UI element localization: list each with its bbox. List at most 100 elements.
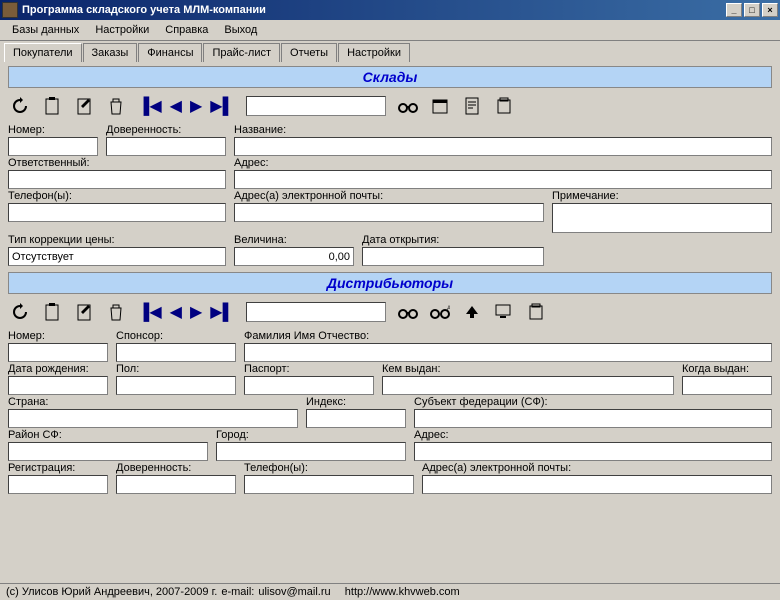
tab-finance[interactable]: Финансы bbox=[138, 43, 202, 62]
wh-address-input[interactable] bbox=[234, 170, 772, 189]
wh-note-label: Примечание: bbox=[552, 190, 772, 202]
d-sex-label: Пол: bbox=[116, 363, 236, 375]
close-button[interactable]: × bbox=[762, 3, 778, 17]
wh-resp-input[interactable] bbox=[8, 170, 226, 189]
edit-icon[interactable] bbox=[74, 96, 94, 116]
menu-help[interactable]: Справка bbox=[157, 22, 216, 38]
d-number-label: Номер: bbox=[8, 330, 108, 342]
note-icon[interactable] bbox=[526, 302, 546, 322]
statusbar: (с) Улисов Юрий Андреевич, 2007-2009 г. … bbox=[0, 583, 780, 600]
titlebar: Программа складского учета МЛМ-компании … bbox=[0, 0, 780, 20]
tab-pricelist[interactable]: Прайс-лист bbox=[203, 43, 280, 62]
wh-note-input[interactable] bbox=[552, 203, 772, 233]
d-passport-label: Паспорт: bbox=[244, 363, 374, 375]
app-icon bbox=[2, 2, 18, 18]
nav-last-icon[interactable]: ▶▌ bbox=[210, 302, 234, 322]
d-country-input[interactable] bbox=[8, 409, 298, 428]
d-district-input[interactable] bbox=[8, 442, 208, 461]
binoculars-ext-icon[interactable]: ABB bbox=[430, 302, 450, 322]
wh-name-input[interactable] bbox=[234, 137, 772, 156]
binoculars-icon[interactable] bbox=[398, 96, 418, 116]
wh-pricecorr-label: Тип коррекции цены: bbox=[8, 234, 226, 246]
d-issuedwhen-label: Когда выдан: bbox=[682, 363, 772, 375]
d-issuedby-input[interactable] bbox=[382, 376, 674, 395]
status-email: ulisov@mail.ru bbox=[258, 586, 330, 598]
tab-settings[interactable]: Настройки bbox=[338, 43, 410, 62]
d-number-input[interactable] bbox=[8, 343, 108, 362]
d-issuedwhen-input[interactable] bbox=[682, 376, 772, 395]
wh-emails-input[interactable] bbox=[234, 203, 544, 222]
d-emails-input[interactable] bbox=[422, 475, 772, 494]
d-registration-input[interactable] bbox=[8, 475, 108, 494]
clipboard-icon[interactable] bbox=[42, 302, 62, 322]
d-phones-input[interactable] bbox=[244, 475, 414, 494]
note-icon[interactable] bbox=[494, 96, 514, 116]
status-copyright: (с) Улисов Юрий Андреевич, 2007-2009 г. bbox=[6, 586, 217, 598]
distributors-search-input[interactable] bbox=[246, 302, 386, 322]
wh-proxy-input[interactable] bbox=[106, 137, 226, 156]
d-fio-input[interactable] bbox=[244, 343, 772, 362]
d-fio-label: Фамилия Имя Отчество: bbox=[244, 330, 772, 342]
d-sponsor-input[interactable] bbox=[116, 343, 236, 362]
edit-icon[interactable] bbox=[74, 302, 94, 322]
tab-reports[interactable]: Отчеты bbox=[281, 43, 337, 62]
wh-pricecorr-input[interactable] bbox=[8, 247, 226, 266]
nav-prev-icon[interactable]: ◀ bbox=[170, 302, 182, 322]
clipboard-icon[interactable] bbox=[42, 96, 62, 116]
wh-opendate-input[interactable] bbox=[362, 247, 544, 266]
warehouses-toolbar: ▐◀ ◀ ▶ ▶▌ bbox=[8, 92, 772, 124]
report-icon[interactable] bbox=[462, 96, 482, 116]
refresh-icon[interactable] bbox=[10, 96, 30, 116]
d-subject-label: Субъект федерации (СФ): bbox=[414, 396, 772, 408]
binoculars-icon[interactable] bbox=[398, 302, 418, 322]
maximize-button[interactable]: □ bbox=[744, 3, 760, 17]
tab-buyers[interactable]: Покупатели bbox=[4, 43, 82, 62]
warehouses-search-input[interactable] bbox=[246, 96, 386, 116]
wh-proxy-label: Доверенность: bbox=[106, 124, 226, 136]
wh-phones-input[interactable] bbox=[8, 203, 226, 222]
d-passport-input[interactable] bbox=[244, 376, 374, 395]
distributors-toolbar: ▐◀ ◀ ▶ ▶▌ ABB bbox=[8, 298, 772, 330]
tabbar: Покупатели Заказы Финансы Прайс-лист Отч… bbox=[0, 41, 780, 62]
d-subject-input[interactable] bbox=[414, 409, 772, 428]
nav-last-icon[interactable]: ▶▌ bbox=[210, 96, 234, 116]
d-district-label: Район СФ: bbox=[8, 429, 208, 441]
up-arrow-icon[interactable] bbox=[462, 302, 482, 322]
d-birthdate-input[interactable] bbox=[8, 376, 108, 395]
wh-amount-input[interactable] bbox=[234, 247, 354, 266]
nav-first-icon[interactable]: ▐◀ bbox=[138, 302, 162, 322]
nav-next-icon[interactable]: ▶ bbox=[190, 302, 202, 322]
d-index-input[interactable] bbox=[306, 409, 406, 428]
wh-name-label: Название: bbox=[234, 124, 772, 136]
window-title: Программа складского учета МЛМ-компании bbox=[22, 4, 266, 16]
d-address-label: Адрес: bbox=[414, 429, 772, 441]
wh-emails-label: Адрес(а) электронной почты: bbox=[234, 190, 544, 202]
nav-next-icon[interactable]: ▶ bbox=[190, 96, 202, 116]
minimize-button[interactable]: _ bbox=[726, 3, 742, 17]
d-address-input[interactable] bbox=[414, 442, 772, 461]
d-country-label: Страна: bbox=[8, 396, 298, 408]
delete-icon[interactable] bbox=[106, 96, 126, 116]
menu-settings[interactable]: Настройки bbox=[87, 22, 157, 38]
wh-phones-label: Телефон(ы): bbox=[8, 190, 226, 202]
refresh-icon[interactable] bbox=[10, 302, 30, 322]
menu-exit[interactable]: Выход bbox=[216, 22, 265, 38]
d-sex-input[interactable] bbox=[116, 376, 236, 395]
menubar: Базы данных Настройки Справка Выход bbox=[0, 20, 780, 41]
nav-first-icon[interactable]: ▐◀ bbox=[138, 96, 162, 116]
nav-prev-icon[interactable]: ◀ bbox=[170, 96, 182, 116]
delete-icon[interactable] bbox=[106, 302, 126, 322]
distributors-header: Дистрибьюторы bbox=[8, 272, 772, 294]
d-phones-label: Телефон(ы): bbox=[244, 462, 414, 474]
calendar-icon[interactable] bbox=[430, 96, 450, 116]
warehouses-header: Склады bbox=[8, 66, 772, 88]
d-city-input[interactable] bbox=[216, 442, 406, 461]
wh-resp-label: Ответственный: bbox=[8, 157, 226, 169]
tab-orders[interactable]: Заказы bbox=[83, 43, 138, 62]
d-proxy-input[interactable] bbox=[116, 475, 236, 494]
menu-databases[interactable]: Базы данных bbox=[4, 22, 87, 38]
computer-icon[interactable] bbox=[494, 302, 514, 322]
wh-number-input[interactable] bbox=[8, 137, 98, 156]
d-proxy-label: Доверенность: bbox=[116, 462, 236, 474]
content: Склады ▐◀ ◀ ▶ ▶▌ Номер: Доверенность: На… bbox=[0, 62, 780, 589]
